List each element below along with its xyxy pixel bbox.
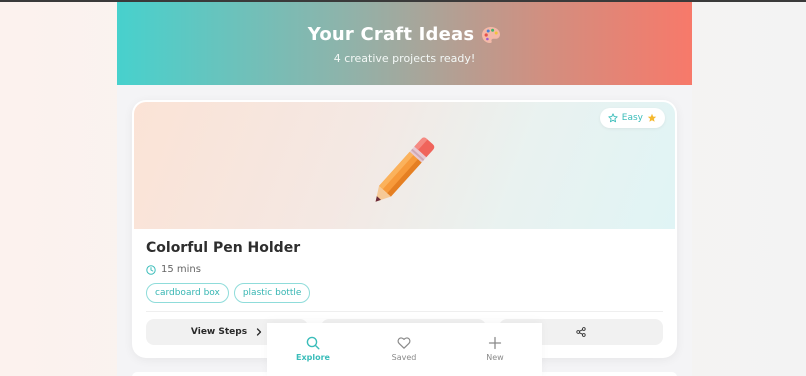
header-banner: Your Craft Ideas 4 creative projects rea… <box>117 2 692 85</box>
star-filled-icon <box>647 113 657 122</box>
chevron-right-icon <box>256 328 262 336</box>
nav-saved-label: Saved <box>391 353 417 362</box>
nav-new-label: New <box>486 353 504 362</box>
difficulty-badge: Easy <box>599 108 665 128</box>
difficulty-label: Easy <box>621 113 643 123</box>
time-estimate: 15 mins <box>146 264 201 275</box>
share-icon <box>576 327 586 337</box>
star-outline-icon <box>608 113 618 123</box>
app-container: Your Craft Ideas 4 creative projects rea… <box>117 2 692 376</box>
tag-cardboard-box[interactable]: cardboard box <box>146 283 229 303</box>
craft-card[interactable]: Easy Colorful Pen Holder 15 mins cardboa… <box>132 100 677 358</box>
nav-saved[interactable]: Saved <box>374 336 434 362</box>
card-title: Colorful Pen Holder <box>146 240 301 256</box>
search-icon <box>306 336 320 350</box>
nav-new[interactable]: New <box>465 336 525 362</box>
page-title-row: Your Craft Ideas <box>117 24 692 45</box>
palette-icon <box>482 26 501 43</box>
pencil-icon <box>375 137 435 202</box>
nav-explore-label: Explore <box>296 353 330 362</box>
view-steps-label: View Steps <box>190 327 248 337</box>
tag-plastic-bottle[interactable]: plastic bottle <box>233 283 311 303</box>
card-hero-image: Easy <box>134 102 675 229</box>
page-subtitle: 4 creative projects ready! <box>333 52 476 65</box>
time-label: 15 mins <box>161 264 201 275</box>
bottom-navigation: Explore Saved New <box>267 323 542 376</box>
heart-icon <box>397 337 411 349</box>
material-tags: cardboard box plastic bottle <box>146 283 311 303</box>
card-divider <box>146 311 663 312</box>
plus-icon <box>488 336 502 350</box>
page-title: Your Craft Ideas <box>307 24 475 45</box>
clock-icon <box>146 264 156 275</box>
nav-explore[interactable]: Explore <box>283 336 343 362</box>
